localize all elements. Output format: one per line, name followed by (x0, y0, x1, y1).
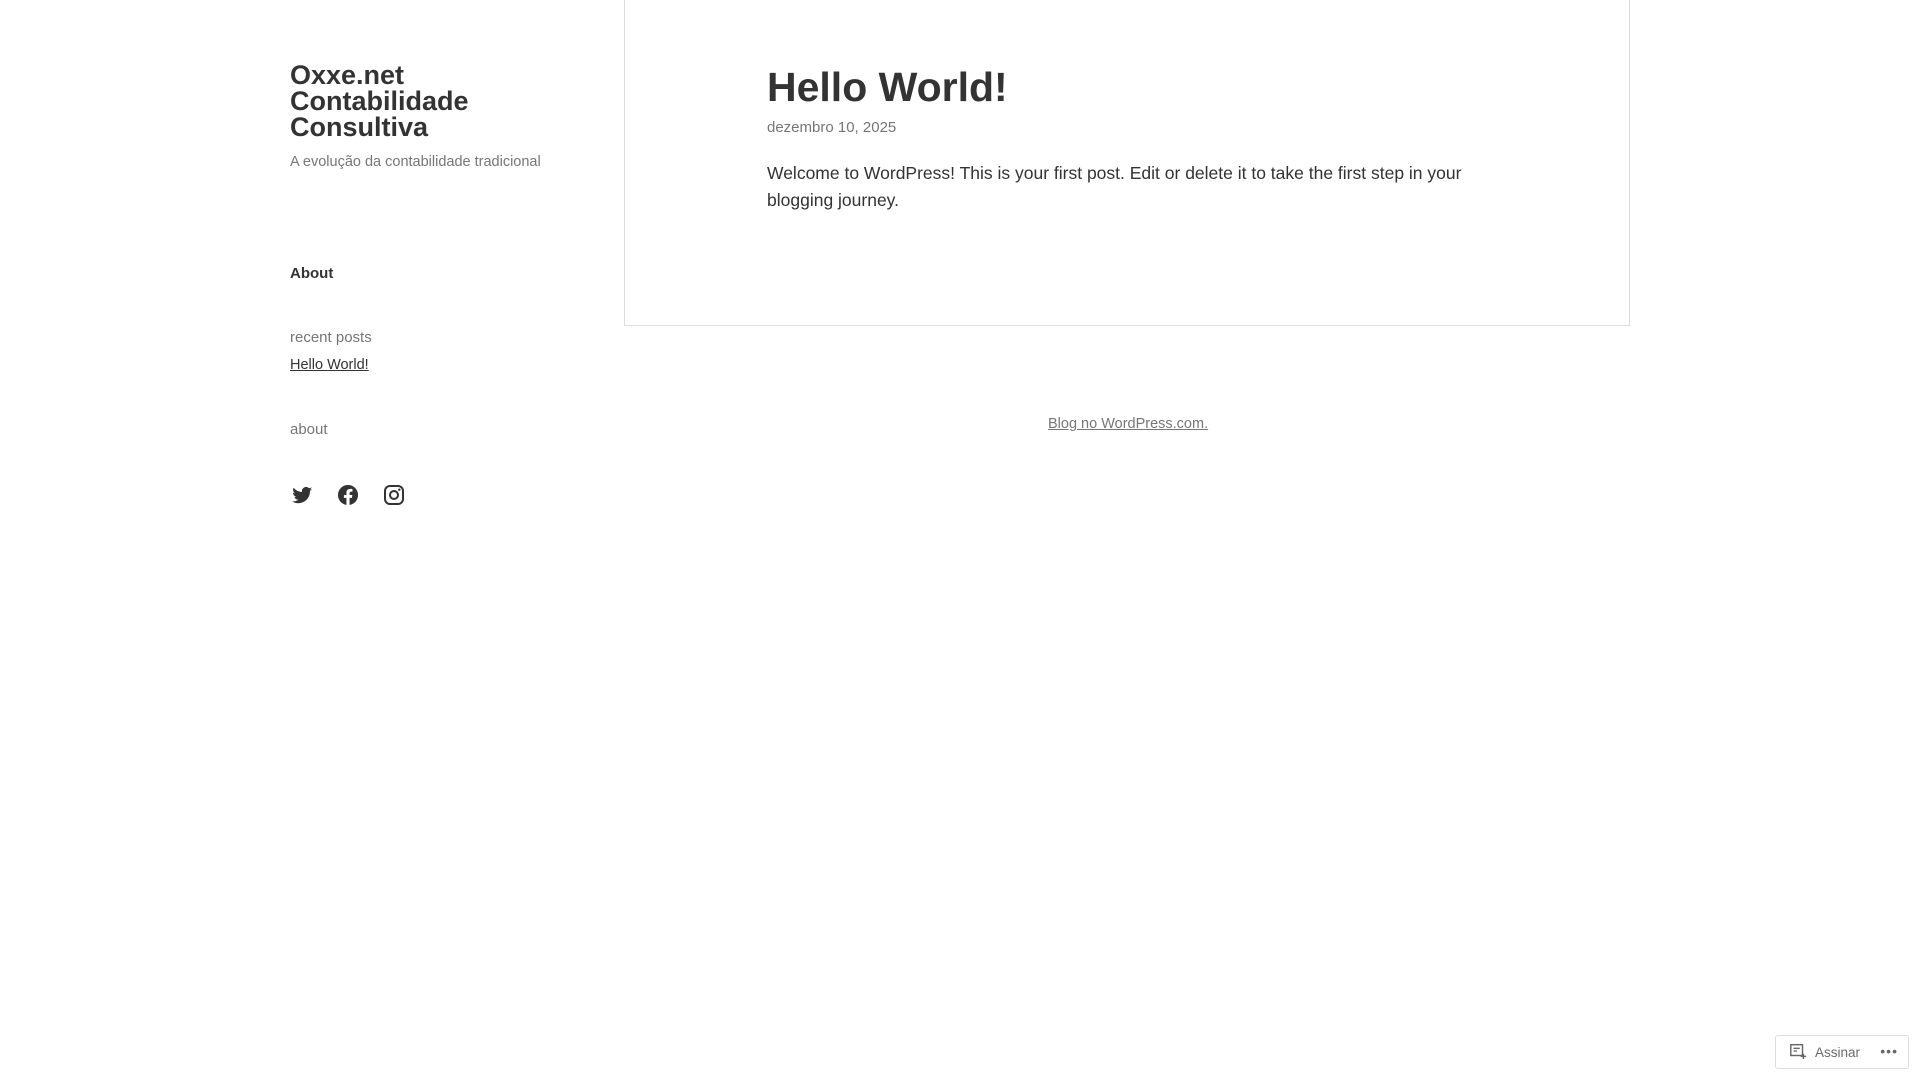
site-title[interactable]: Oxxe.net Contabilidade Consultiva (290, 62, 550, 141)
site-tagline: A evolução da contabilidade tradicional (290, 154, 541, 170)
reader-subscribe-icon (1789, 1042, 1807, 1063)
post-title[interactable]: Hello World! (767, 64, 1008, 111)
post-article: Hello World! dezembro 10, 2025 Welcome t… (624, 0, 1630, 326)
twitter-icon[interactable] (290, 483, 314, 507)
facebook-icon[interactable] (336, 483, 360, 507)
post-body: Welcome to WordPress! This is your first… (767, 163, 1462, 210)
subscribe-label: Assinar (1815, 1044, 1861, 1060)
social-links (290, 483, 406, 507)
more-options-icon[interactable]: ••• (1880, 1043, 1898, 1059)
instagram-icon[interactable] (382, 483, 406, 507)
recent-post-link[interactable]: Hello World! (290, 357, 369, 373)
footer-credit-link[interactable]: Blog no WordPress.com. (1048, 416, 1208, 432)
nav-about-link[interactable]: About (290, 265, 333, 282)
subscribe-button[interactable]: Assinar ••• (1775, 1035, 1909, 1069)
recent-posts-title: recent posts (290, 329, 372, 346)
about-widget-title: about (290, 421, 328, 438)
post-date[interactable]: dezembro 10, 2025 (767, 119, 896, 136)
